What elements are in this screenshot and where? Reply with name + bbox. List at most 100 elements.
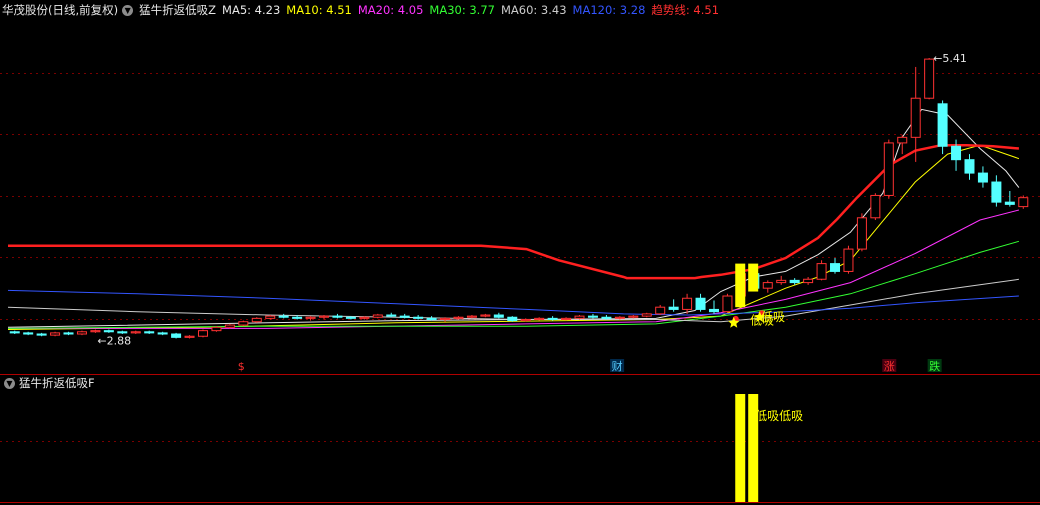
signal-bar [735, 263, 746, 308]
event-markers: $ 财 涨 跌 [238, 359, 942, 373]
candle-up [870, 194, 881, 219]
candle-up [440, 317, 451, 320]
candle-down [587, 315, 598, 318]
candle-down [399, 315, 410, 318]
grid-lines [0, 73, 1040, 442]
candle-up [883, 142, 894, 196]
candle-up [803, 278, 814, 284]
candle-up [130, 331, 141, 334]
candle-down [345, 316, 356, 319]
ma-line [7, 240, 1020, 329]
candle-down [426, 317, 437, 320]
candle-up [90, 330, 101, 333]
candle-down [144, 331, 155, 334]
chart-labels: 低吸低吸←5.41←2.88低吸低吸 [97, 52, 966, 423]
candle-down [937, 103, 948, 147]
ma10-value: MA10: 4.51 [286, 3, 352, 17]
ma-line [7, 278, 1019, 323]
candle-up [722, 295, 733, 313]
candle-up [359, 316, 370, 319]
candle-down [103, 330, 114, 333]
candle-up [655, 306, 666, 315]
candle-up [856, 217, 867, 250]
candle-down [23, 332, 34, 335]
candle-down [695, 297, 706, 310]
candle-down [332, 315, 343, 318]
candle-up [520, 318, 531, 322]
high-price-label: ←5.41 [933, 52, 967, 65]
candle-down [1004, 201, 1015, 205]
candle-up [897, 136, 908, 144]
event-marker: 财 [612, 359, 623, 373]
ma60-value: MA60: 3.43 [500, 3, 567, 17]
sub-signal-bar [735, 394, 746, 502]
low-buy-label: 低吸 [761, 310, 785, 324]
candle-down [413, 316, 424, 319]
candle-down [830, 263, 841, 272]
candle-up [372, 314, 383, 318]
candle-up [762, 282, 773, 289]
sub-panel-title[interactable]: 猛牛折返低吸F [19, 375, 95, 391]
candle-down [507, 316, 518, 322]
ma-line [8, 209, 1020, 329]
candle-up [641, 313, 652, 317]
candle-down [708, 308, 719, 313]
candle-up [682, 297, 693, 310]
candle-up [211, 326, 222, 332]
candle-up [50, 332, 61, 336]
indicator-name[interactable]: 猛牛折返低吸Z [139, 2, 216, 18]
candle-down [991, 181, 1002, 203]
candle-down [668, 306, 679, 310]
candle-up [466, 315, 477, 318]
candle-up [843, 248, 854, 272]
candle-up [1018, 197, 1029, 208]
candle-up [561, 317, 572, 320]
kline-chart: $ 财涨跌 低吸低吸←5.41←2.88低吸低吸 [0, 52, 1040, 503]
candle-down [278, 315, 289, 318]
candle-up [614, 316, 625, 319]
chevron-down-icon[interactable]: ▼ [4, 377, 15, 389]
candle-up [816, 263, 827, 280]
candle-up [776, 279, 787, 284]
candle-down [63, 332, 74, 335]
indicator-header: 华茂股份(日线,前复权) ▼ 猛牛折返低吸Z MA5: 4.23 MA10: 4… [2, 2, 725, 18]
event-marker: 跌 [929, 359, 940, 373]
event-marker: $ [238, 360, 245, 373]
candle-down [171, 333, 182, 338]
ma5-value: MA5: 4.23 [222, 3, 281, 17]
chevron-down-icon[interactable]: ▼ [122, 4, 134, 16]
candle-down [977, 172, 988, 183]
low-price-label: ←2.88 [97, 335, 131, 348]
candle-down [964, 159, 975, 174]
candle-up [265, 315, 276, 319]
ma120-value: MA120: 3.28 [572, 3, 646, 17]
candle-up [628, 315, 639, 318]
candle-up [251, 317, 262, 323]
candle-down [493, 314, 504, 318]
ma30-value: MA30: 3.77 [429, 3, 495, 17]
candle-up [480, 314, 491, 317]
candle-down [601, 316, 612, 319]
candle-down [117, 331, 128, 334]
candle-up [319, 315, 330, 318]
candle-up [184, 335, 195, 338]
stock-title: 华茂股份(日线,前复权) [2, 3, 119, 17]
sub-panel-header: ▼ 猛牛折返低吸F [2, 375, 95, 391]
candles [9, 57, 1029, 339]
candle-up [197, 330, 208, 337]
candle-down [292, 316, 303, 319]
ma20-value: MA20: 4.05 [357, 3, 424, 17]
candle-up [76, 331, 87, 335]
trend-line-value: 趋势线: 4.51 [651, 3, 720, 17]
event-marker: 涨 [884, 360, 895, 373]
moving-average-lines [7, 108, 1020, 330]
candle-down [36, 333, 47, 336]
ma-line [7, 289, 1019, 316]
candle-down [386, 314, 397, 317]
candle-down [789, 279, 800, 284]
candle-up [453, 316, 464, 319]
candle-up [224, 324, 235, 328]
sub-low-buy-label: 低吸低吸 [755, 409, 803, 423]
candle-up [305, 316, 316, 319]
candle-down [9, 331, 20, 334]
